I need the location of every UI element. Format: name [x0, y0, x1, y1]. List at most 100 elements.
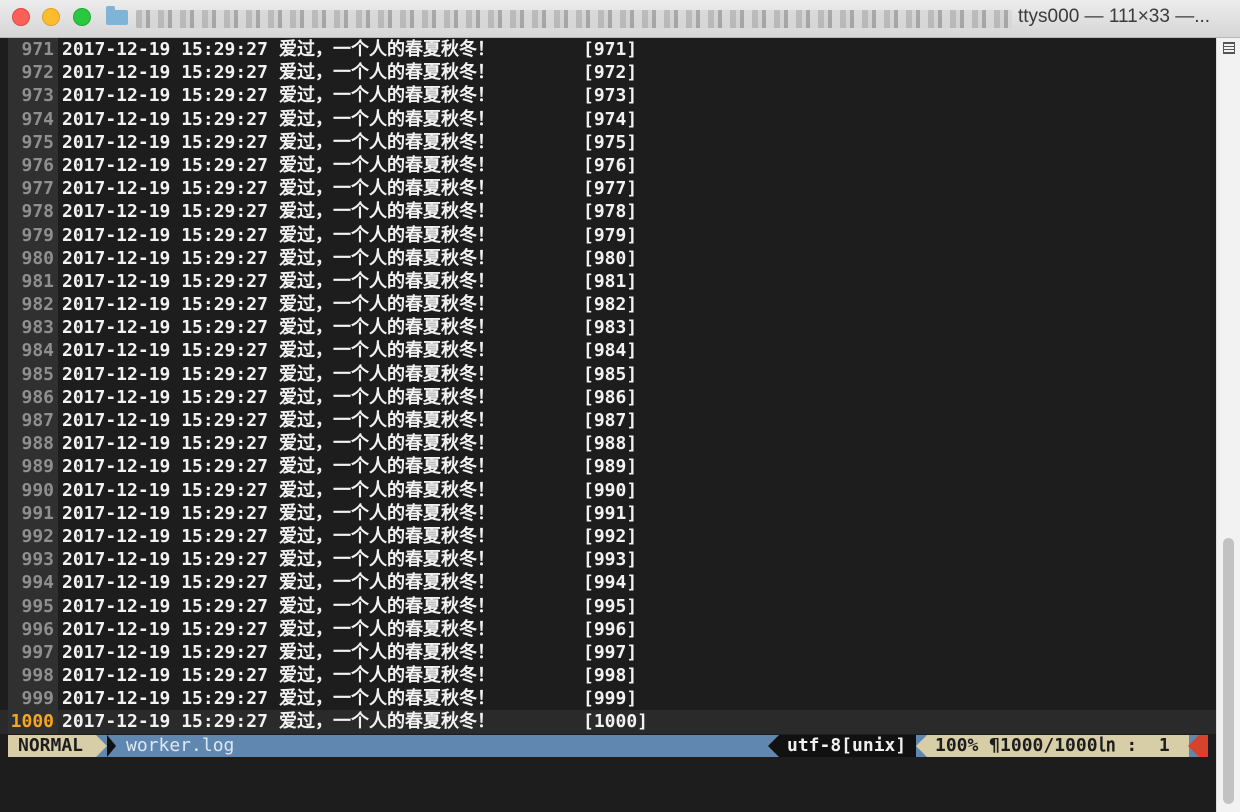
scrollbar-thumb[interactable] [1223, 538, 1234, 804]
log-index: [999] [583, 688, 638, 710]
log-timestamp: 2017-12-19 15:29:27 [62, 294, 268, 316]
log-timestamp: 2017-12-19 15:29:27 [62, 154, 268, 176]
mode-indicator: NORMAL [8, 735, 96, 757]
buffer-line[interactable]: 979 2017-12-19 15:29:27 爱过，一个人的春夏秋冬！ [979] [0, 223, 1216, 247]
vim-buffer[interactable]: 971 2017-12-19 15:29:27 爱过，一个人的春夏秋冬！ [971] 9… [0, 38, 1216, 734]
log-index: [972] [583, 62, 638, 84]
buffer-line[interactable]: 995 2017-12-19 15:29:27 爱过，一个人的春夏秋冬！ [995] [0, 594, 1216, 618]
buffer-line[interactable]: 997 2017-12-19 15:29:27 爱过，一个人的春夏秋冬！ [997] [0, 640, 1216, 665]
line-number: 975 [8, 130, 58, 154]
file-separator [107, 735, 116, 757]
log-timestamp: 2017-12-19 15:29:27 [62, 410, 268, 431]
minimize-window-button[interactable] [42, 8, 60, 26]
log-message: 爱过，一个人的春夏秋冬！ [279, 595, 495, 617]
buffer-line[interactable]: 991 2017-12-19 15:29:27 爱过，一个人的春夏秋冬！ [991] [0, 501, 1216, 525]
log-message: 爱过，一个人的春夏秋冬！ [279, 479, 495, 501]
title-bar[interactable]: ttys000 — 111×33 —... [0, 0, 1240, 38]
line-number: 973 [8, 84, 58, 108]
log-message: 爱过，一个人的春夏秋冬！ [279, 711, 495, 733]
folder-icon [106, 6, 128, 25]
log-index: [976] [583, 154, 638, 176]
line-number: 984 [8, 339, 58, 363]
line-number: 996 [8, 617, 58, 641]
line-number: 1000 [8, 710, 58, 734]
log-index: [987] [583, 410, 638, 431]
line-number: 972 [8, 61, 58, 85]
line-number: 998 [8, 664, 58, 688]
buffer-line[interactable]: 990 2017-12-19 15:29:27 爱过，一个人的春夏秋冬！ [990] [0, 478, 1216, 502]
buffer-line[interactable]: 973 2017-12-19 15:29:27 爱过，一个人的春夏秋冬！ [973] [0, 84, 1216, 108]
buffer-line[interactable]: 983 2017-12-19 15:29:27 爱过，一个人的春夏秋冬！ [983] [0, 316, 1216, 340]
line-number: 987 [8, 409, 58, 433]
buffer-line[interactable]: 980 2017-12-19 15:29:27 爱过，一个人的春夏秋冬！ [980] [0, 246, 1216, 270]
log-timestamp: 2017-12-19 15:29:27 [62, 317, 268, 339]
buffer-line[interactable]: 1000 2017-12-19 15:29:27 爱过，一个人的春夏秋冬！ [1000… [0, 710, 1216, 734]
buffer-line[interactable]: 999 2017-12-19 15:29:27 爱过，一个人的春夏秋冬！ [999] [0, 687, 1216, 711]
buffer-line[interactable]: 988 2017-12-19 15:29:27 爱过，一个人的春夏秋冬！ [988] [0, 432, 1216, 456]
buffer-line[interactable]: 984 2017-12-19 15:29:27 爱过，一个人的春夏秋冬！ [984] [0, 339, 1216, 363]
log-message: 爱过，一个人的春夏秋冬！ [279, 618, 495, 640]
log-timestamp: 2017-12-19 15:29:27 [62, 247, 268, 269]
buffer-line[interactable]: 982 2017-12-19 15:29:27 爱过，一个人的春夏秋冬！ [982] [0, 293, 1216, 317]
log-index: [993] [583, 549, 638, 571]
log-index: [981] [583, 270, 638, 292]
buffer-line[interactable]: 993 2017-12-19 15:29:27 爱过，一个人的春夏秋冬！ [993] [0, 548, 1216, 572]
buffer-line[interactable]: 971 2017-12-19 15:29:27 爱过，一个人的春夏秋冬！ [971] [0, 38, 1216, 62]
line-number: 981 [8, 269, 58, 294]
vertical-scrollbar[interactable] [1216, 38, 1240, 812]
buffer-line[interactable]: 977 2017-12-19 15:29:27 爱过，一个人的春夏秋冬！ [977] [0, 177, 1216, 201]
log-timestamp: 2017-12-19 15:29:27 [62, 595, 268, 617]
log-timestamp: 2017-12-19 15:29:27 [62, 688, 268, 710]
buffer-line[interactable]: 986 2017-12-19 15:29:27 爱过，一个人的春夏秋冬！ [986] [0, 385, 1216, 409]
buffer-line[interactable]: 985 2017-12-19 15:29:27 爱过，一个人的春夏秋冬！ [985] [0, 362, 1216, 386]
position-separator [916, 735, 927, 757]
line-number: 980 [8, 246, 58, 270]
buffer-line[interactable]: 978 2017-12-19 15:29:27 爱过，一个人的春夏秋冬！ [978] [0, 200, 1216, 224]
log-index: [986] [583, 386, 638, 408]
window-title: ttys000 — 111×33 —... [1018, 6, 1211, 27]
buffer-line[interactable]: 974 2017-12-19 15:29:27 爱过，一个人的春夏秋冬！ [974] [0, 107, 1216, 131]
buffer-line[interactable]: 996 2017-12-19 15:29:27 爱过，一个人的春夏秋冬！ [996] [0, 617, 1216, 641]
terminal-window: ttys000 — 111×33 —... 971 2017-12-19 15:2… [0, 0, 1240, 812]
log-message: 爱过，一个人的春夏秋冬！ [279, 201, 495, 223]
log-index: [977] [583, 178, 638, 200]
log-timestamp: 2017-12-19 15:29:27 [62, 85, 268, 107]
log-message: 爱过，一个人的春夏秋冬！ [279, 572, 495, 594]
log-message: 爱过，一个人的春夏秋冬！ [279, 456, 495, 478]
close-window-button[interactable] [12, 8, 30, 26]
line-number: 983 [8, 316, 58, 340]
command-line[interactable] [0, 757, 1216, 812]
log-timestamp: 2017-12-19 15:29:27 [62, 456, 268, 478]
log-timestamp: 2017-12-19 15:29:27 [62, 641, 268, 663]
buffer-line[interactable]: 972 2017-12-19 15:29:27 爱过，一个人的春夏秋冬！ [972] [0, 61, 1216, 85]
line-number: 992 [8, 524, 58, 549]
buffer-line[interactable]: 994 2017-12-19 15:29:27 爱过，一个人的春夏秋冬！ [994] [0, 571, 1216, 595]
log-index: [982] [583, 294, 638, 316]
zoom-window-button[interactable] [73, 8, 91, 26]
log-index: [996] [583, 618, 638, 640]
log-message: 爱过，一个人的春夏秋冬！ [279, 62, 495, 84]
line-number: 988 [8, 432, 58, 456]
log-timestamp: 2017-12-19 15:29:27 [62, 433, 268, 455]
buffer-line[interactable]: 981 2017-12-19 15:29:27 爱过，一个人的春夏秋冬！ [981] [0, 269, 1216, 294]
log-message: 爱过，一个人的春夏秋冬！ [279, 502, 495, 524]
terminal-content[interactable]: 971 2017-12-19 15:29:27 爱过，一个人的春夏秋冬！ [971] 9… [0, 38, 1216, 812]
buffer-line[interactable]: 992 2017-12-19 15:29:27 爱过，一个人的春夏秋冬！ [992] [0, 524, 1216, 549]
buffer-line[interactable]: 975 2017-12-19 15:29:27 爱过，一个人的春夏秋冬！ [975] [0, 130, 1216, 154]
encoding-label: utf-8[unix] [779, 735, 916, 757]
scrollback-menu-icon[interactable] [1223, 42, 1235, 54]
log-index: [974] [583, 108, 638, 130]
buffer-line[interactable]: 989 2017-12-19 15:29:27 爱过，一个人的春夏秋冬！ [989] [0, 455, 1216, 479]
buffer-line[interactable]: 998 2017-12-19 15:29:27 爱过，一个人的春夏秋冬！ [998] [0, 664, 1216, 688]
line-number: 977 [8, 177, 58, 201]
buffer-line[interactable]: 987 2017-12-19 15:29:27 爱过，一个人的春夏秋冬！ [987] [0, 409, 1216, 433]
log-index: [991] [583, 502, 638, 524]
log-message: 爱过，一个人的春夏秋冬！ [279, 154, 495, 176]
log-message: 爱过，一个人的春夏秋冬！ [279, 433, 495, 455]
redacted-title-text [136, 10, 1012, 28]
log-timestamp: 2017-12-19 15:29:27 [62, 711, 268, 733]
log-index: [984] [583, 340, 638, 362]
log-index: [988] [583, 433, 638, 455]
log-index: [975] [583, 131, 638, 153]
buffer-line[interactable]: 976 2017-12-19 15:29:27 爱过，一个人的春夏秋冬！ [976] [0, 153, 1216, 178]
